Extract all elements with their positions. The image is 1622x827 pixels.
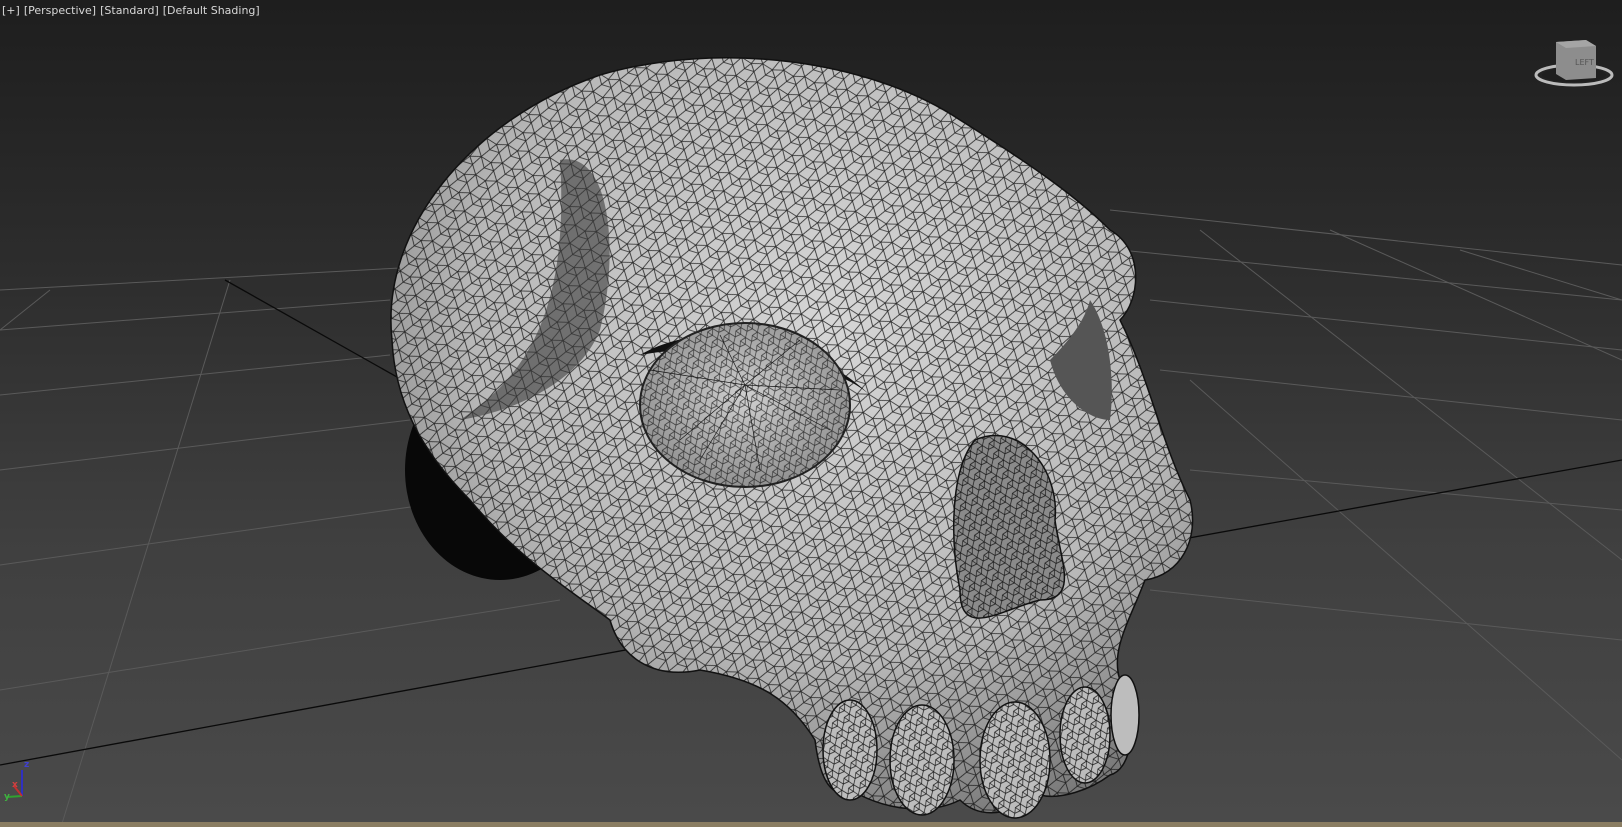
viewcube[interactable]: LEFT [1528,30,1618,90]
viewport-label-menu: [+] [Perspective] [Standard] [Default Sh… [2,4,260,17]
scene-canvas[interactable] [0,0,1622,822]
axis-tripod: z x y [4,760,44,804]
viewport-plus-menu[interactable]: [+] [2,4,20,17]
perspective-viewport[interactable]: [+] [Perspective] [Standard] [Default Sh… [0,0,1622,822]
axis-z-label: z [24,760,30,770]
viewcube-face-label: LEFT [1575,58,1594,67]
viewport-shading-menu[interactable]: [Default Shading] [163,4,260,17]
axis-x-label: x [12,780,18,790]
skull-mesh[interactable] [390,57,1194,819]
viewcube-icon: LEFT [1534,40,1614,87]
viewport-bottom-border [0,822,1622,827]
viewport-standard-menu[interactable]: [Standard] [100,4,159,17]
viewport-point-of-view-menu[interactable]: [Perspective] [24,4,96,17]
axis-y-label: y [4,792,10,802]
